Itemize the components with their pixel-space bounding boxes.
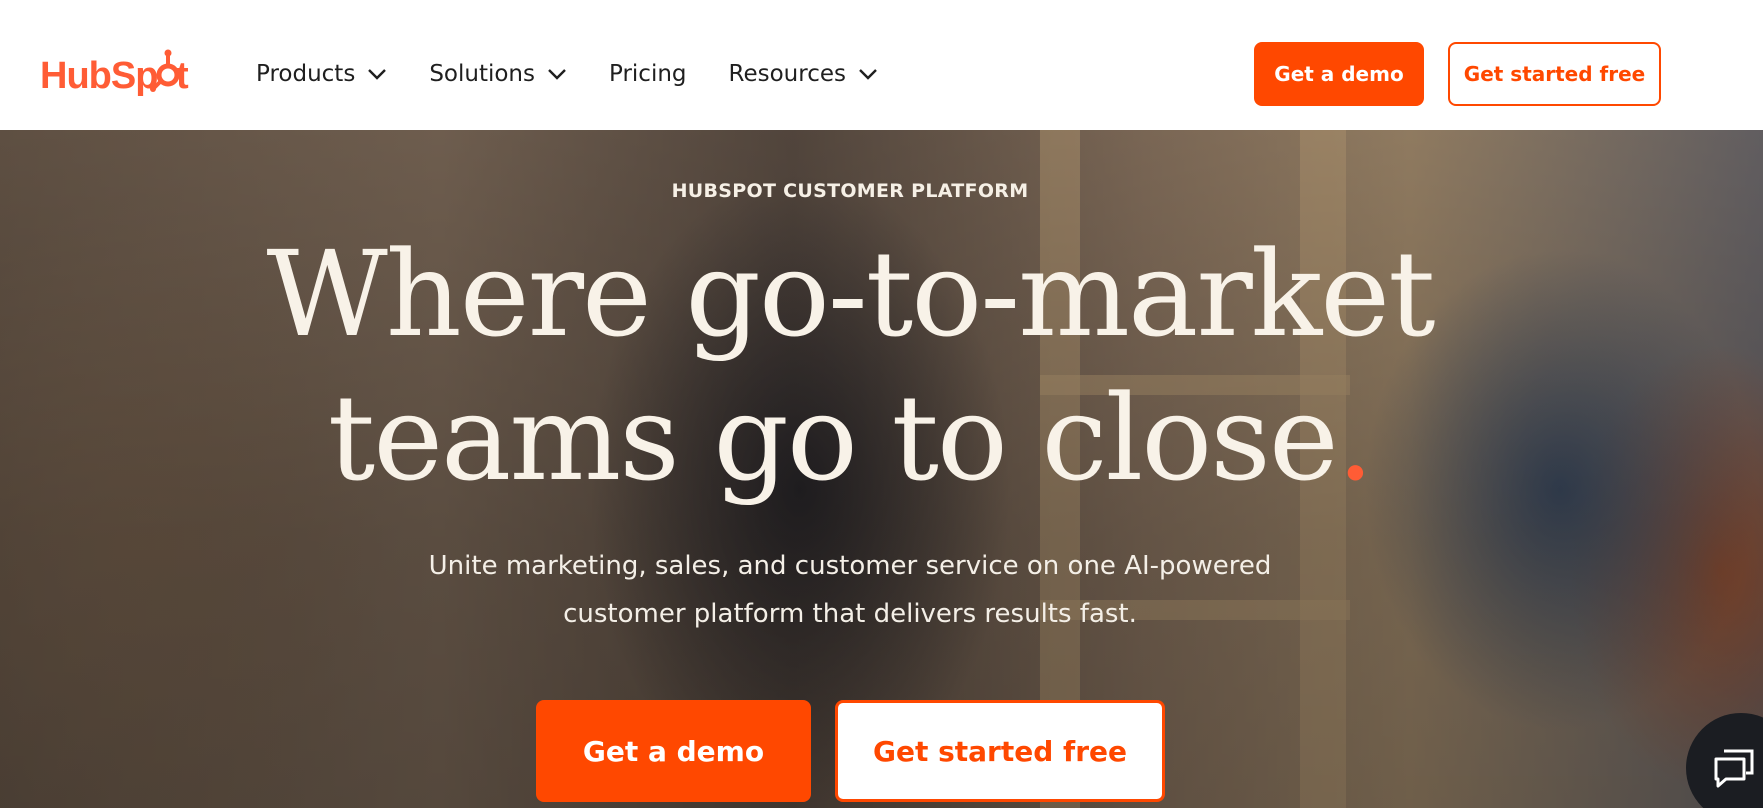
svg-text:t: t bbox=[176, 55, 189, 97]
nav-resources-label: Resources bbox=[728, 61, 846, 87]
hubspot-logo[interactable]: HubSp t bbox=[40, 48, 192, 100]
header-get-started-free-button[interactable]: Get started free bbox=[1448, 42, 1661, 106]
hero-get-demo-button[interactable]: Get a demo bbox=[536, 700, 811, 802]
hero-headline-line1: Where go-to-market bbox=[266, 225, 1435, 363]
nav-solutions-label: Solutions bbox=[429, 61, 535, 87]
nav-products[interactable]: Products bbox=[256, 52, 387, 96]
hubspot-logo-icon: HubSp t bbox=[40, 49, 190, 97]
hero-eyebrow: HUBSPOT CUSTOMER PLATFORM bbox=[671, 180, 1029, 202]
chevron-down-icon bbox=[368, 69, 387, 80]
chevron-down-icon bbox=[859, 69, 877, 80]
hero-get-started-free-button[interactable]: Get started free bbox=[835, 700, 1165, 802]
svg-text:HubSp: HubSp bbox=[40, 55, 157, 97]
hero-subhead: Unite marketing, sales, and customer ser… bbox=[380, 542, 1320, 638]
hero-subhead-line1: Unite marketing, sales, and customer ser… bbox=[428, 551, 1272, 581]
hero-headline-line2: teams go to close bbox=[327, 369, 1339, 507]
chat-icon bbox=[1714, 749, 1754, 788]
header-get-demo-button[interactable]: Get a demo bbox=[1254, 42, 1424, 106]
nav-products-label: Products bbox=[256, 61, 356, 87]
chevron-down-icon bbox=[548, 69, 566, 80]
site-header: HubSp t Products Solutions Pricing Resou… bbox=[0, 0, 1763, 130]
hero-headline: Where go-to-market teams go to close. bbox=[0, 222, 1700, 510]
nav-solutions[interactable]: Solutions bbox=[429, 52, 567, 96]
main-nav: Products Solutions Pricing Resources bbox=[256, 52, 920, 96]
nav-pricing[interactable]: Pricing bbox=[609, 52, 687, 96]
hero-subhead-line2: customer platform that delivers results … bbox=[563, 599, 1137, 629]
hero-headline-dot: . bbox=[1336, 369, 1374, 507]
hero-headline-line2-wrap: teams go to close. bbox=[0, 366, 1700, 510]
nav-resources[interactable]: Resources bbox=[729, 52, 878, 96]
nav-pricing-label: Pricing bbox=[609, 61, 687, 87]
hero-section: HUBSPOT CUSTOMER PLATFORM Where go-to-ma… bbox=[0, 130, 1763, 808]
